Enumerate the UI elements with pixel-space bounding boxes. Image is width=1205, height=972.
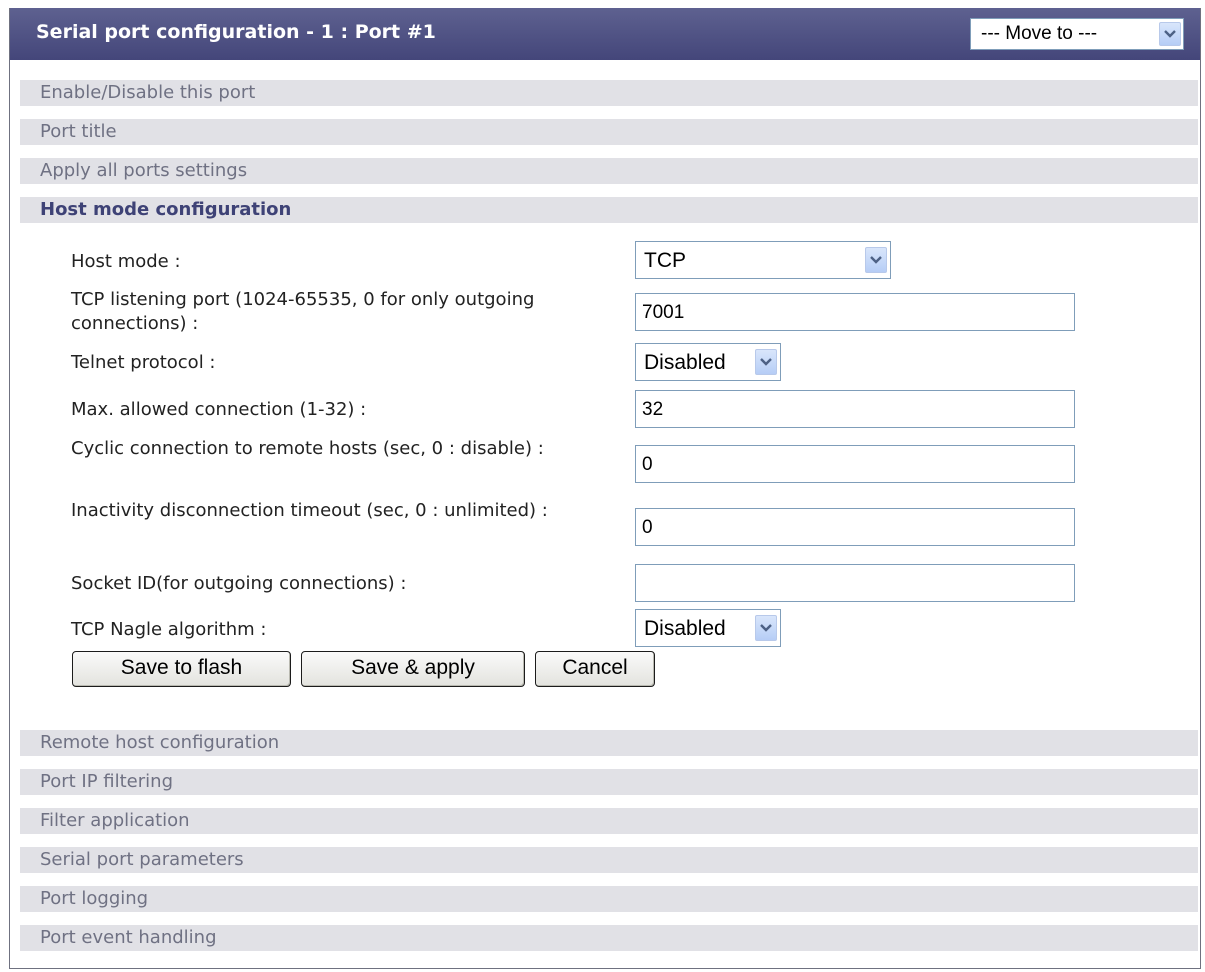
cyclic-input[interactable]: 0 [635, 445, 1075, 483]
tcp-port-value: 7001 [642, 302, 685, 323]
section-label: Enable/Disable this port [40, 82, 256, 103]
section-label: Filter application [40, 810, 190, 831]
config-panel: Serial port configuration - 1 : Port #1 … [9, 8, 1201, 969]
move-to-value: --- Move to --- [981, 23, 1098, 44]
section-event[interactable]: Port event handling [20, 925, 1198, 951]
section-label: Apply all ports settings [40, 160, 248, 181]
telnet-select[interactable]: Disabled [635, 343, 781, 381]
section-label: Remote host configuration [40, 732, 280, 753]
header-bar: Serial port configuration - 1 : Port #1 … [10, 8, 1200, 60]
section-enable[interactable]: Enable/Disable this port [20, 80, 1198, 106]
socket-id-input[interactable] [635, 564, 1075, 602]
nagle-select[interactable]: Disabled [635, 609, 781, 647]
section-filter-app[interactable]: Filter application [20, 808, 1198, 834]
section-label: Serial port parameters [40, 849, 244, 870]
cyclic-label: Cyclic connection to remote hosts (sec, … [71, 438, 544, 459]
inactivity-label: Inactivity disconnection timeout (sec, 0… [71, 500, 548, 521]
nagle-value: Disabled [644, 617, 726, 640]
section-host-mode[interactable]: Host mode configuration [20, 197, 1198, 223]
max-conn-label: Max. allowed connection (1-32) : [71, 399, 367, 420]
chevron-down-icon[interactable] [1159, 22, 1181, 46]
section-label: Host mode configuration [40, 199, 292, 220]
chevron-down-icon[interactable] [865, 247, 887, 273]
save-apply-button[interactable]: Save & apply [301, 651, 525, 687]
max-conn-value: 32 [642, 399, 664, 420]
telnet-label: Telnet protocol : [71, 352, 216, 373]
section-apply-all[interactable]: Apply all ports settings [20, 158, 1198, 184]
tcp-port-input[interactable]: 7001 [635, 293, 1075, 331]
chevron-down-icon[interactable] [755, 349, 777, 375]
page-title: Serial port configuration - 1 : Port #1 [36, 21, 436, 43]
max-conn-input[interactable]: 32 [635, 390, 1075, 428]
socket-id-label: Socket ID(for outgoing connections) : [71, 573, 407, 594]
section-label: Port logging [40, 888, 149, 909]
tcp-port-label: TCP listening port (1024-65535, 0 for on… [71, 289, 535, 334]
host-mode-select[interactable]: TCP [635, 241, 891, 279]
section-logging[interactable]: Port logging [20, 886, 1198, 912]
cancel-button[interactable]: Cancel [535, 651, 655, 687]
host-mode-label: Host mode : [71, 251, 181, 272]
nagle-label: TCP Nagle algorithm : [71, 619, 267, 640]
section-label: Port title [40, 121, 117, 142]
inactivity-value: 0 [642, 517, 653, 538]
section-label: Port IP filtering [40, 771, 173, 792]
inactivity-input[interactable]: 0 [635, 508, 1075, 546]
section-port-title[interactable]: Port title [20, 119, 1198, 145]
move-to-select[interactable]: --- Move to --- [970, 18, 1184, 50]
chevron-down-icon[interactable] [755, 615, 777, 641]
save-to-flash-button[interactable]: Save to flash [72, 651, 291, 687]
host-mode-value: TCP [644, 249, 686, 272]
section-serial-params[interactable]: Serial port parameters [20, 847, 1198, 873]
section-ip-filter[interactable]: Port IP filtering [20, 769, 1198, 795]
cyclic-value: 0 [642, 454, 653, 475]
section-remote-host[interactable]: Remote host configuration [20, 730, 1198, 756]
section-label: Port event handling [40, 927, 217, 948]
telnet-value: Disabled [644, 351, 726, 374]
